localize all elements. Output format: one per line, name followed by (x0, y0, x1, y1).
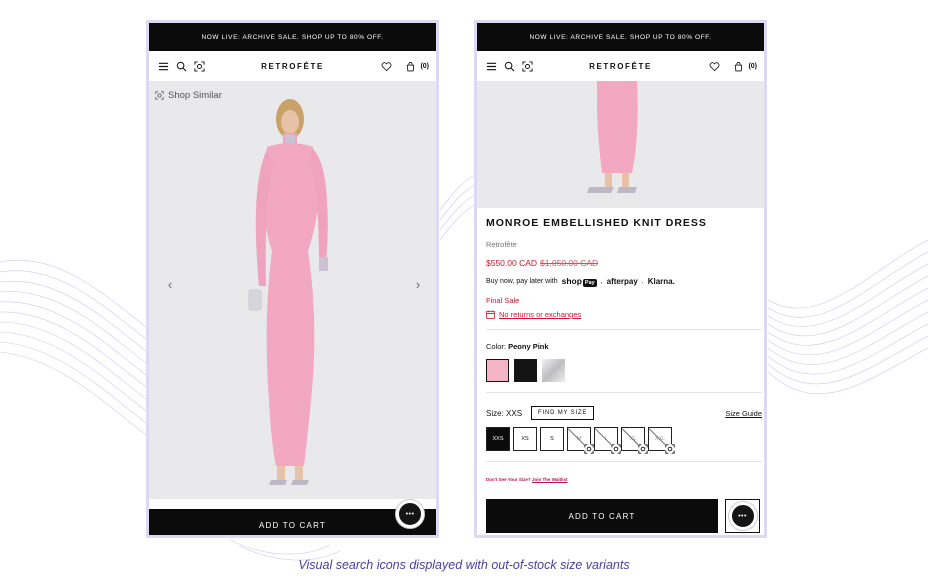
cart-button[interactable]: (0) (403, 59, 429, 73)
original-price: $1,050.00 CAD (540, 258, 599, 268)
bnpl-separator: . (641, 277, 644, 285)
phone-screen-left: NOW LIVE: ARCHIVE SALE. SHOP UP TO 80% O… (146, 20, 439, 538)
size-options: XXS XS S M L XL XXL (486, 427, 762, 454)
chat-button[interactable]: ••• (725, 499, 760, 533)
bag-icon (403, 59, 417, 73)
size-row: Size: XXS FIND MY SIZE Size Guide (486, 406, 762, 420)
selected-size: XXS (506, 408, 523, 418)
cart-button[interactable]: (0) (731, 59, 757, 73)
visual-search-icon[interactable] (665, 444, 675, 454)
bnpl-row: Buy now, pay later with shop Pay , afterp… (486, 276, 762, 287)
visual-search-icon[interactable] (192, 59, 206, 73)
returns-policy: No returns or exchanges (486, 310, 762, 319)
bnpl-text: Buy now, pay later with (486, 277, 558, 285)
model-photo (149, 81, 436, 499)
heart-icon[interactable] (379, 59, 393, 73)
divider (486, 329, 762, 330)
add-to-cart-button[interactable]: ADD TO CART (486, 499, 718, 533)
top-nav: RETROFÊTE (0) (149, 51, 436, 81)
bnpl-separator: , (600, 277, 603, 285)
calendar-icon (486, 310, 495, 319)
price-row: $550.00 CAD $1,050.00 CAD (486, 258, 762, 268)
shop-similar-label: Shop Similar (168, 90, 222, 101)
sale-price: $550.00 CAD (486, 258, 538, 268)
color-swatch[interactable] (486, 359, 509, 382)
heart-icon[interactable] (707, 59, 721, 73)
chevron-left-icon[interactable]: ‹ (163, 277, 177, 292)
cart-count: (0) (748, 62, 757, 70)
product-brand: Retrofête (486, 240, 517, 249)
chat-dots-icon: ••• (405, 510, 415, 518)
find-my-size-button[interactable]: FIND MY SIZE (531, 406, 595, 420)
cart-count: (0) (420, 62, 429, 70)
background-waves (0, 174, 928, 561)
size-option[interactable]: XL (621, 427, 648, 454)
size-guide-link[interactable]: Size Guide (725, 409, 762, 418)
product-image-cropped[interactable] (477, 81, 764, 208)
divider (486, 392, 762, 393)
product-title: MONROE EMBELLISHED KNIT DRESS (486, 217, 707, 229)
menu-icon[interactable] (156, 59, 170, 73)
figure-caption: Visual search icons displayed with out-o… (298, 558, 630, 572)
chevron-right-icon[interactable]: › (411, 277, 425, 292)
visual-search-icon[interactable] (638, 444, 648, 454)
promo-banner[interactable]: NOW LIVE: ARCHIVE SALE. SHOP UP TO 80% O… (477, 23, 764, 51)
promo-banner[interactable]: NOW LIVE: ARCHIVE SALE. SHOP UP TO 80% O… (149, 23, 436, 51)
color-swatches (486, 359, 762, 382)
visual-search-icon[interactable] (584, 444, 594, 454)
product-details: MONROE EMBELLISHED KNIT DRESS Retrofête … (486, 217, 762, 482)
returns-link[interactable]: No returns or exchanges (499, 310, 581, 319)
search-icon[interactable] (174, 59, 188, 73)
menu-icon[interactable] (484, 59, 498, 73)
size-option[interactable]: M (567, 427, 594, 454)
divider (486, 461, 762, 462)
color-row: Color: Peony Pink (486, 342, 549, 351)
color-swatch[interactable] (514, 359, 537, 382)
color-swatch[interactable] (542, 359, 565, 382)
top-nav: RETROFÊTE (0) (477, 51, 764, 81)
size-option[interactable]: XS (513, 427, 537, 451)
chat-button[interactable]: ••• (396, 500, 424, 528)
product-image-carousel[interactable]: Shop Similar ‹ › (149, 81, 436, 499)
visual-search-icon[interactable] (611, 444, 621, 454)
visual-search-icon[interactable] (520, 59, 534, 73)
waitlist-link[interactable]: Join The Waitlist (532, 477, 568, 482)
size-option[interactable]: XXL (648, 427, 675, 454)
visual-search-icon (155, 91, 164, 100)
size-option[interactable]: L (594, 427, 621, 454)
shop-similar-button[interactable]: Shop Similar (155, 90, 222, 101)
size-option[interactable]: XXS (486, 427, 510, 451)
afterpay-logo[interactable]: afterpay (607, 277, 638, 286)
shop-pay-logo[interactable]: shop Pay (562, 276, 597, 287)
model-photo-lower (477, 81, 764, 208)
final-sale-label: Final Sale (486, 296, 520, 305)
selected-color: Peony Pink (508, 342, 549, 351)
phone-screen-right: NOW LIVE: ARCHIVE SALE. SHOP UP TO 80% O… (474, 20, 767, 538)
size-label: Size: (486, 408, 504, 418)
search-icon[interactable] (502, 59, 516, 73)
bag-icon (731, 59, 745, 73)
add-to-cart-button[interactable]: ADD TO CART (149, 509, 436, 535)
chat-bubble: ••• (728, 502, 757, 530)
size-option[interactable]: S (540, 427, 564, 451)
chat-dots-icon: ••• (738, 512, 747, 520)
klarna-logo[interactable]: Klarna. (648, 277, 675, 286)
waitlist-row: Don't See Your Size? Join The Waitlist (486, 477, 568, 482)
